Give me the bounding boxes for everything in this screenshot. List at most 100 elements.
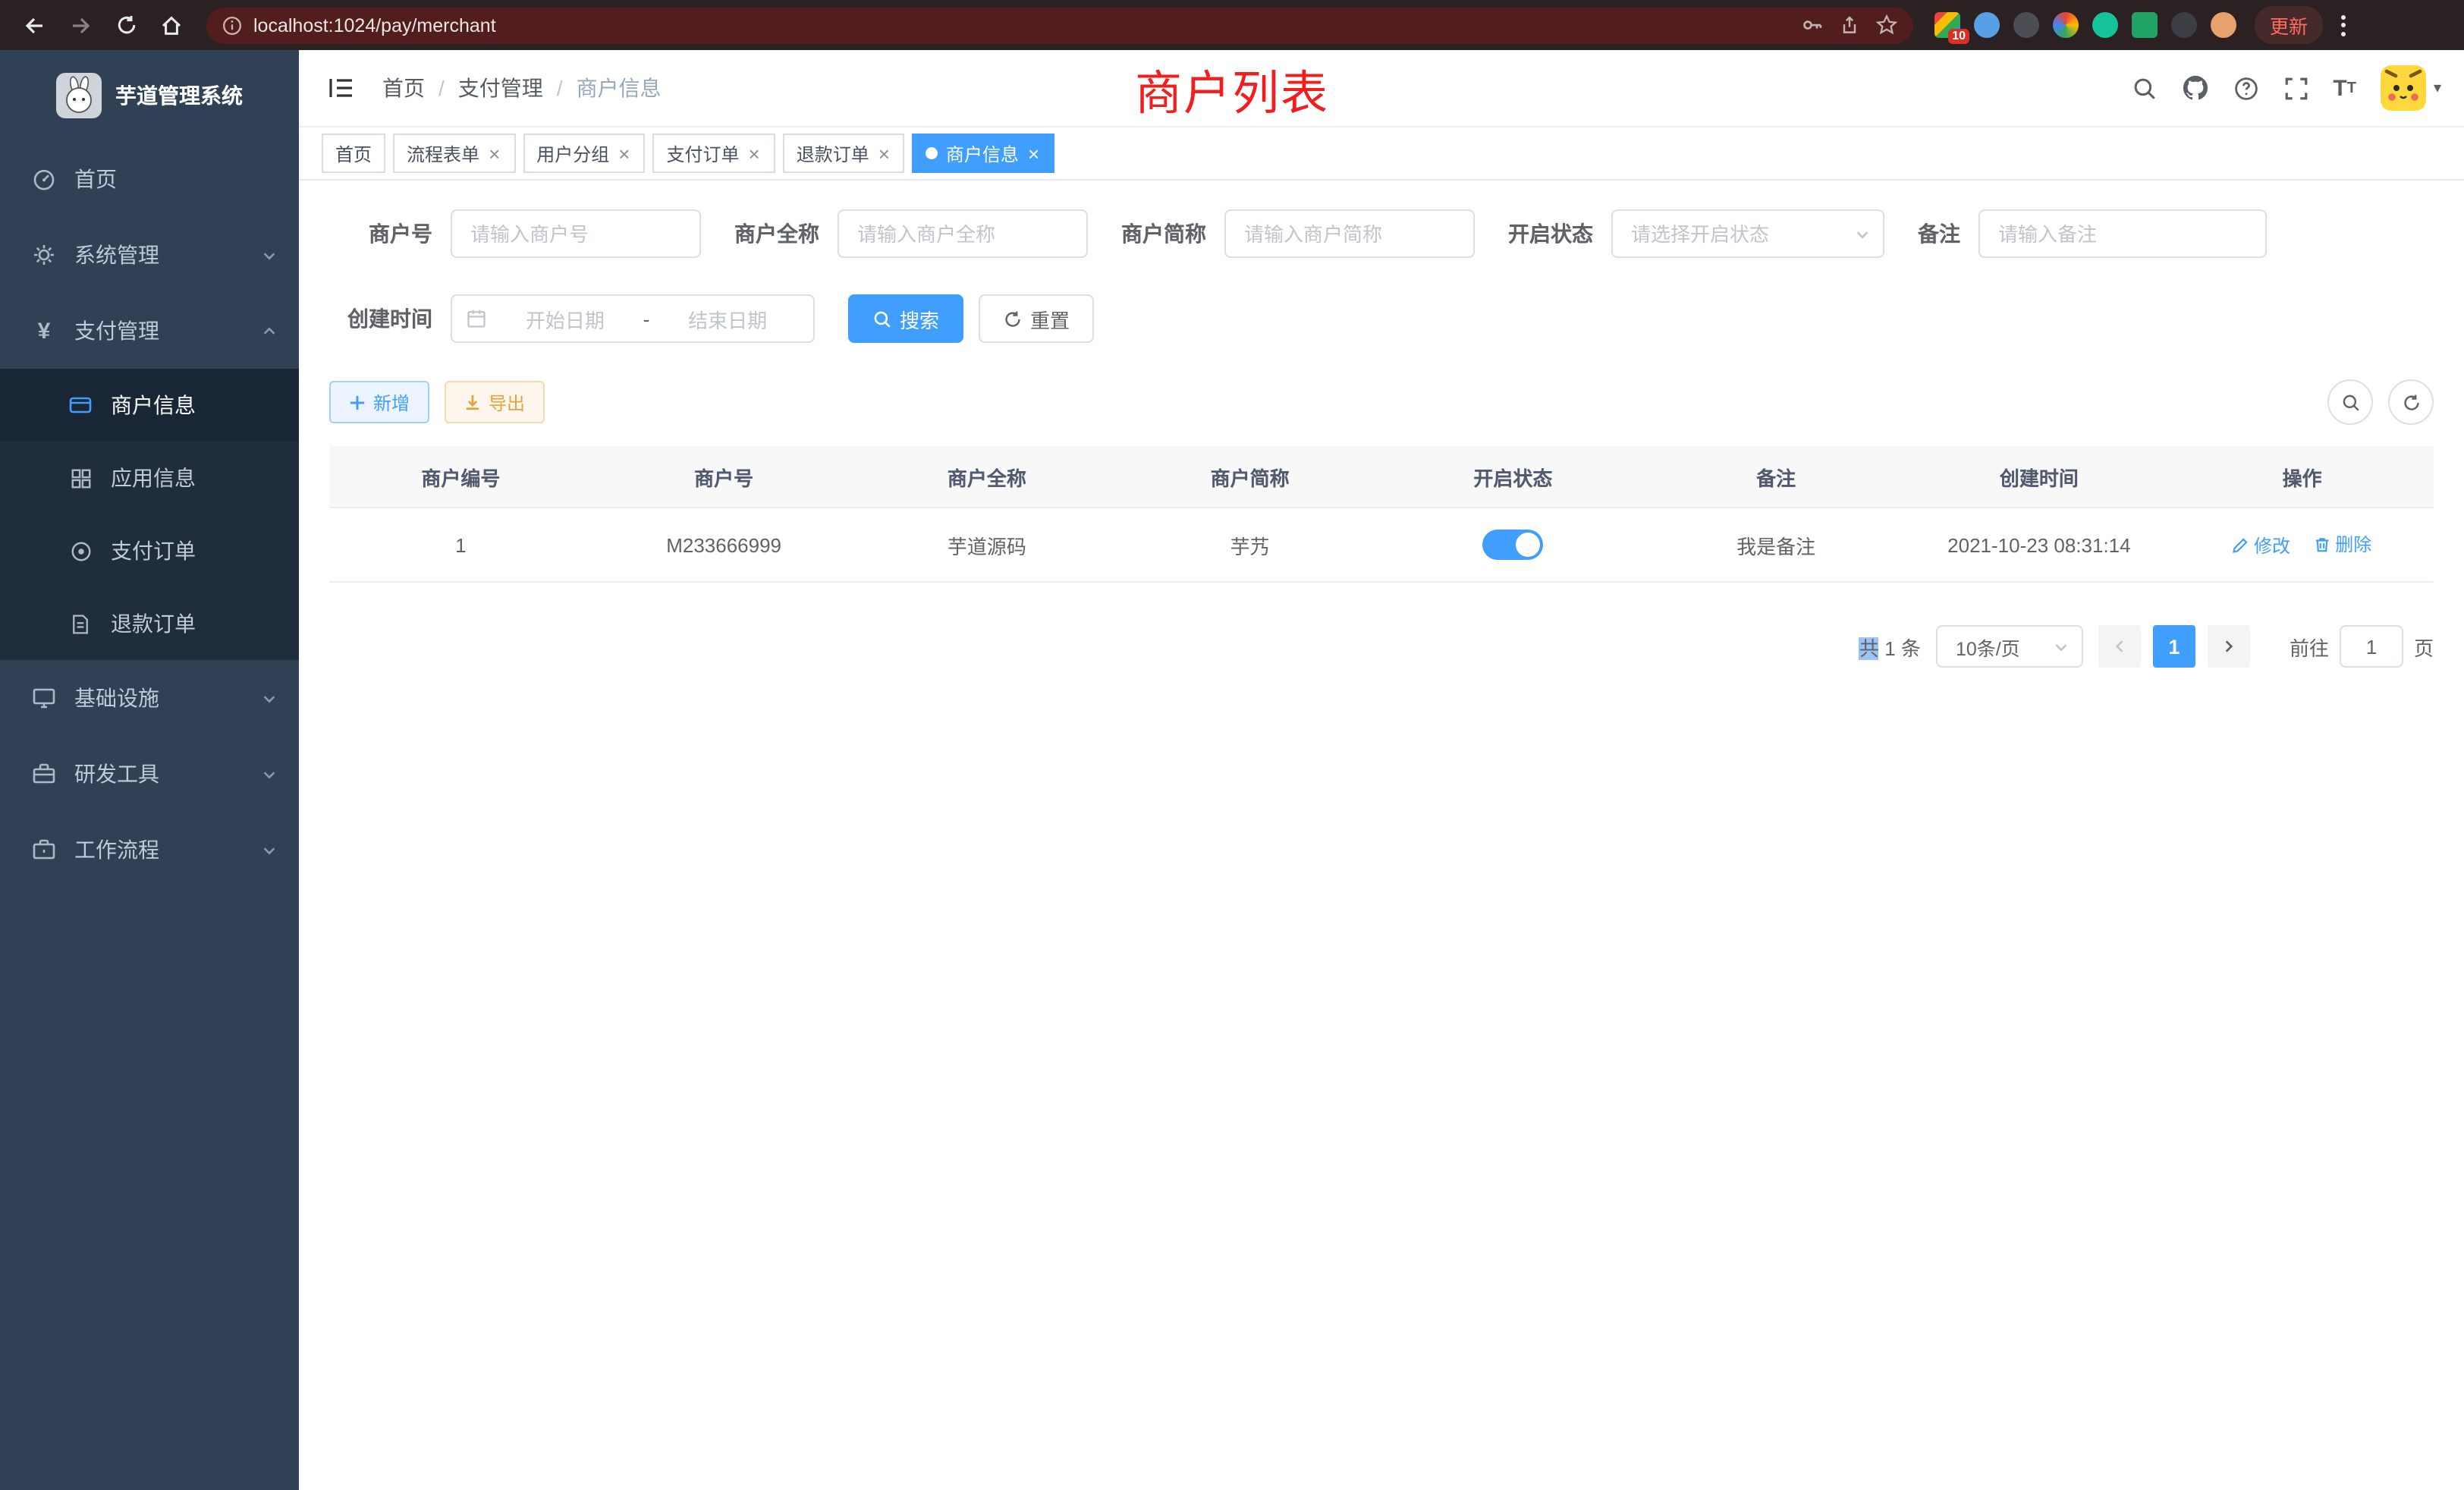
edit-link[interactable]: 修改 (2233, 533, 2290, 558)
close-icon[interactable]: × (1026, 143, 1041, 163)
close-icon[interactable]: × (747, 143, 762, 163)
tab-process-form[interactable]: 流程表单× (393, 134, 515, 173)
sidebar: 芋道管理系统 首页 系统管理 ¥ 支付管理 (0, 50, 299, 1490)
status-toggle[interactable] (1482, 530, 1543, 560)
extension-icon[interactable]: 10 (1934, 12, 1960, 38)
browser-update-button[interactable]: 更新 (2255, 6, 2323, 44)
browser-menu-icon[interactable] (2341, 14, 2346, 36)
sidebar-item-dev-tools[interactable]: 研发工具 (0, 736, 299, 812)
sidebar-item-app-info[interactable]: 应用信息 (0, 442, 299, 514)
page-size-select[interactable] (1936, 625, 2083, 668)
filter-label: 创建时间 (329, 303, 432, 334)
sidebar-item-system[interactable]: 系统管理 (0, 217, 299, 293)
refresh-table-icon[interactable] (2388, 379, 2434, 425)
app-logo[interactable]: 芋道管理系统 (0, 50, 299, 141)
breadcrumb-current: 商户信息 (577, 73, 662, 103)
sidebar-item-refund-order[interactable]: 退款订单 (0, 587, 299, 660)
header-search-icon[interactable] (2131, 75, 2157, 101)
password-key-icon[interactable] (1801, 14, 1824, 36)
page-number-button[interactable]: 1 (2153, 625, 2195, 668)
yen-icon: ¥ (30, 317, 58, 344)
fullscreen-icon[interactable] (2283, 75, 2308, 101)
cell-create-time: 2021-10-23 08:31:14 (1908, 508, 2171, 582)
merchant-table: 商户编号 商户号 商户全称 商户简称 开启状态 备注 创建时间 操作 1 (329, 446, 2434, 583)
extension-icon[interactable] (2171, 12, 2197, 38)
browser-home-button[interactable] (152, 5, 191, 45)
table-row: 1 M233666999 芋道源码 芋艿 我是备注 2021-10-23 08:… (329, 508, 2434, 582)
add-button[interactable]: 新增 (329, 381, 429, 423)
breadcrumb-separator: / (438, 76, 445, 100)
sidebar-item-home[interactable]: 首页 (0, 141, 299, 217)
goto-page-input[interactable] (2340, 625, 2403, 668)
calendar-icon (466, 308, 487, 329)
status-select[interactable] (1611, 209, 1884, 258)
filter-label: 商户简称 (1121, 218, 1206, 249)
browser-refresh-button[interactable] (106, 5, 146, 45)
remark-input[interactable] (1978, 209, 2267, 258)
payment-submenu: 商户信息 应用信息 支付订单 (0, 369, 299, 660)
sidebar-item-pay-order[interactable]: 支付订单 (0, 514, 299, 587)
start-date-placeholder: 开始日期 (493, 304, 637, 333)
date-range-picker[interactable]: 开始日期 - 结束日期 (451, 294, 815, 343)
sidebar-item-merchant-info[interactable]: 商户信息 (0, 369, 299, 442)
bookmark-star-icon[interactable] (1875, 14, 1898, 36)
tab-refund-order[interactable]: 退款订单× (783, 134, 905, 173)
tab-home[interactable]: 首页 (322, 134, 385, 173)
reset-button[interactable]: 重置 (979, 294, 1094, 343)
full-name-input[interactable] (838, 209, 1088, 258)
tab-pay-order[interactable]: 支付订单× (652, 134, 775, 173)
breadcrumb-home[interactable]: 首页 (382, 73, 425, 103)
page-size-value[interactable] (1936, 625, 2083, 668)
sidebar-item-payment[interactable]: ¥ 支付管理 (0, 293, 299, 369)
browser-back-button[interactable] (15, 5, 55, 45)
extension-icon[interactable] (1974, 12, 2000, 38)
chevron-down-icon (261, 690, 278, 706)
tab-user-group[interactable]: 用户分组× (523, 134, 645, 173)
sidebar-item-label: 系统管理 (74, 240, 159, 270)
close-icon[interactable]: × (487, 143, 501, 163)
extension-icon[interactable] (2092, 12, 2118, 38)
cell-short-name: 芋艿 (1118, 508, 1381, 582)
delete-link[interactable]: 删除 (2314, 532, 2371, 558)
next-page-button[interactable] (2208, 625, 2250, 668)
search-button[interactable]: 搜索 (848, 294, 963, 343)
tab-merchant-info[interactable]: 商户信息× (913, 134, 1054, 173)
date-separator: - (643, 307, 650, 330)
filter-remark: 备注 (1918, 209, 2267, 258)
table-header-row: 商户编号 商户号 商户全称 商户简称 开启状态 备注 创建时间 操作 (329, 446, 2434, 508)
site-info-icon[interactable] (222, 14, 243, 36)
toggle-search-icon[interactable] (2327, 379, 2373, 425)
col-header: 商户简称 (1118, 446, 1381, 508)
extension-icon[interactable] (2132, 12, 2158, 38)
address-bar[interactable]: localhost:1024/pay/merchant (206, 7, 1913, 43)
sidebar-item-infrastructure[interactable]: 基础设施 (0, 660, 299, 736)
sidebar-item-label: 工作流程 (74, 835, 159, 865)
merchant-no-input[interactable] (451, 209, 701, 258)
sidebar-item-workflow[interactable]: 工作流程 (0, 812, 299, 888)
user-menu[interactable]: ▾ (2381, 65, 2441, 111)
end-date-placeholder: 结束日期 (655, 304, 800, 333)
share-icon[interactable] (1839, 14, 1860, 36)
breadcrumb: 首页 / 支付管理 / 商户信息 (382, 73, 662, 103)
filter-label: 开启状态 (1508, 218, 1593, 249)
document-icon (67, 610, 94, 637)
close-icon[interactable]: × (617, 143, 631, 163)
url-text[interactable]: localhost:1024/pay/merchant (253, 14, 1786, 36)
browser-forward-button[interactable] (61, 5, 100, 45)
github-icon[interactable] (2181, 74, 2208, 102)
short-name-input[interactable] (1224, 209, 1475, 258)
profile-avatar-icon[interactable] (2211, 12, 2236, 38)
sidebar-item-label: 首页 (74, 164, 117, 194)
sidebar-toggle-icon[interactable] (322, 70, 361, 106)
chevron-down-icon (261, 765, 278, 782)
export-button[interactable]: 导出 (445, 381, 545, 423)
prev-page-button[interactable] (2098, 625, 2141, 668)
breadcrumb-payment[interactable]: 支付管理 (458, 73, 543, 103)
pagination: 共 1 条 1 (329, 625, 2434, 668)
help-icon[interactable] (2233, 75, 2258, 101)
close-icon[interactable]: × (877, 143, 891, 163)
font-size-icon[interactable]: TT (2333, 75, 2356, 101)
extension-icon[interactable] (2013, 12, 2039, 38)
extension-icon[interactable] (2053, 12, 2079, 38)
credit-card-icon (67, 391, 94, 419)
